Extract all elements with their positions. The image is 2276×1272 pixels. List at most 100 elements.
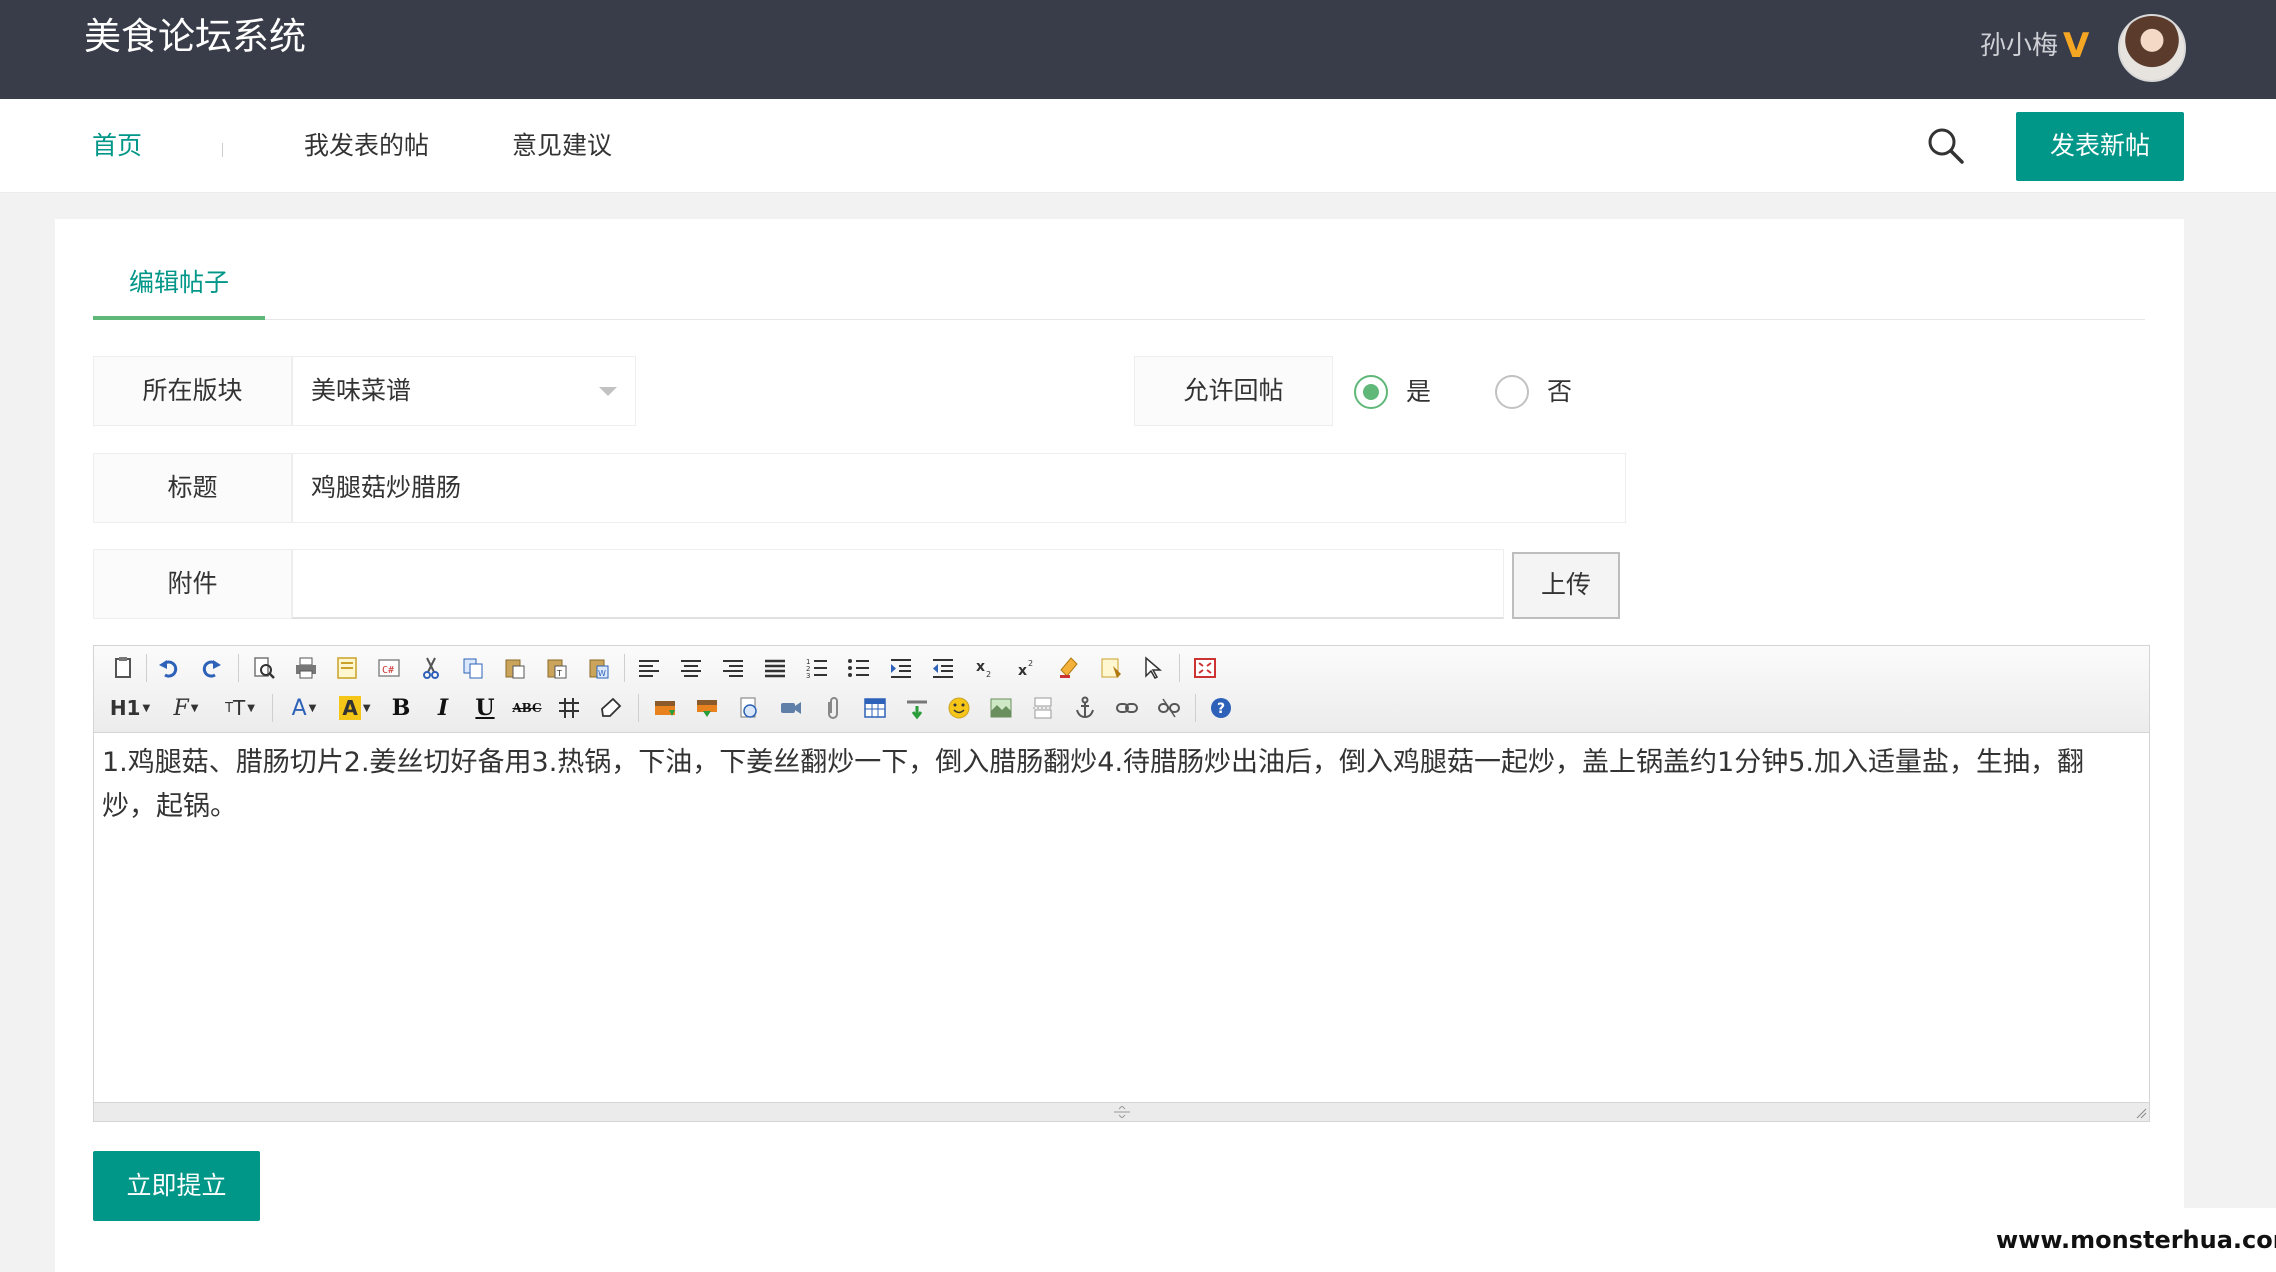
- tab-edit-post[interactable]: 编辑帖子: [93, 262, 265, 320]
- watermark: www.monsterhua.com: [1996, 1208, 2276, 1272]
- title-label: 标题: [93, 453, 292, 523]
- upload-button[interactable]: 上传: [1512, 552, 1620, 619]
- bold-icon[interactable]: B: [386, 693, 416, 723]
- cut-icon[interactable]: [416, 653, 446, 683]
- superscript-icon[interactable]: x2: [1012, 653, 1042, 683]
- undo-icon[interactable]: [154, 653, 184, 683]
- table-icon[interactable]: [860, 693, 890, 723]
- site-brand[interactable]: 美食论坛系统: [84, 12, 306, 62]
- outdent-icon[interactable]: [928, 653, 958, 683]
- section-select[interactable]: 美味菜谱: [292, 356, 636, 426]
- toolbar-divider: [146, 654, 147, 682]
- radio-no[interactable]: [1495, 375, 1529, 409]
- paste-icon[interactable]: [500, 653, 530, 683]
- link-icon[interactable]: [1112, 693, 1142, 723]
- font-size-icon[interactable]: T T ▼: [218, 693, 262, 723]
- template-icon[interactable]: [332, 653, 362, 683]
- pagebreak-icon[interactable]: [1028, 693, 1058, 723]
- print-icon[interactable]: [291, 653, 321, 683]
- multi-image-icon[interactable]: [692, 693, 722, 723]
- media-icon[interactable]: [776, 693, 806, 723]
- new-post-button[interactable]: 发表新帖: [2016, 112, 2184, 181]
- svg-text:2: 2: [986, 670, 991, 679]
- nav-item-my-posts[interactable]: 我发表的帖: [304, 129, 429, 163]
- cursor-icon[interactable]: [1138, 653, 1168, 683]
- clear-format-icon[interactable]: [1054, 653, 1084, 683]
- svg-text:C#: C#: [382, 665, 394, 676]
- map-icon[interactable]: [986, 693, 1016, 723]
- justify-icon[interactable]: [760, 653, 790, 683]
- vip-badge: V: [2063, 26, 2090, 66]
- copy-icon[interactable]: [458, 653, 488, 683]
- paste-text-icon[interactable]: T: [542, 653, 572, 683]
- hr-icon[interactable]: [902, 693, 932, 723]
- section-select-value: 美味菜谱: [311, 376, 412, 405]
- line-height-icon[interactable]: [554, 693, 584, 723]
- bg-color-icon[interactable]: A ▼: [334, 693, 376, 723]
- editor-resize-bar[interactable]: [94, 1102, 2149, 1121]
- resize-handle-icon: [2136, 1108, 2147, 1119]
- paste-word-icon[interactable]: W: [584, 653, 614, 683]
- nav-item-feedback[interactable]: 意见建议: [512, 129, 612, 163]
- select-all-icon[interactable]: [1096, 653, 1126, 683]
- user-name[interactable]: 孙小梅: [1980, 26, 2058, 66]
- rich-text-editor: C# T W 123 x 2 x 2 H1 ▼ F ▼ T T ▼ A ▼ A …: [93, 645, 2150, 1122]
- chevron-down-icon: [599, 387, 617, 396]
- strikethrough-icon[interactable]: ABC: [512, 693, 542, 723]
- nav-divider: [222, 143, 223, 157]
- underline-icon[interactable]: U: [470, 693, 500, 723]
- svg-text:W: W: [598, 669, 606, 678]
- tab-bar: [93, 246, 2145, 320]
- submit-button[interactable]: 立即提立: [93, 1151, 260, 1221]
- allow-reply-label: 允许回帖: [1134, 356, 1333, 426]
- remove-format-icon[interactable]: [596, 693, 626, 723]
- anchor-icon[interactable]: [1070, 693, 1100, 723]
- editor-toolbar: C# T W 123 x 2 x 2 H1 ▼ F ▼ T T ▼ A ▼ A …: [94, 646, 2149, 733]
- radio-yes-label[interactable]: 是: [1406, 375, 1431, 409]
- svg-text:2: 2: [1028, 659, 1033, 668]
- svg-text:?: ?: [1217, 701, 1225, 717]
- radio-no-label[interactable]: 否: [1547, 375, 1572, 409]
- code-icon[interactable]: C#: [374, 653, 404, 683]
- font-family-icon[interactable]: F ▼: [164, 693, 208, 723]
- toolbar-divider: [638, 694, 639, 722]
- section-label: 所在版块: [93, 356, 292, 426]
- search-icon[interactable]: [1926, 126, 1966, 166]
- fullscreen-icon[interactable]: [1190, 653, 1220, 683]
- indent-icon[interactable]: [886, 653, 916, 683]
- title-input[interactable]: 鸡腿菇炒腊肠: [292, 453, 1626, 523]
- font-color-icon[interactable]: A ▼: [284, 693, 324, 723]
- align-right-icon[interactable]: [718, 653, 748, 683]
- align-left-icon[interactable]: [634, 653, 664, 683]
- ordered-list-icon[interactable]: 123: [802, 653, 832, 683]
- radio-yes[interactable]: [1354, 375, 1388, 409]
- flash-icon[interactable]: [734, 693, 764, 723]
- emoticon-icon[interactable]: [944, 693, 974, 723]
- help-icon[interactable]: ?: [1206, 693, 1236, 723]
- unordered-list-icon[interactable]: [844, 653, 874, 683]
- editor-content[interactable]: 1.鸡腿菇、腊肠切片2.姜丝切好备用3.热锅，下油，下姜丝翻炒一下，倒入腊肠翻炒…: [102, 741, 2137, 829]
- svg-text:x: x: [1018, 663, 1027, 679]
- redo-icon[interactable]: [196, 653, 226, 683]
- toolbar-divider: [238, 654, 239, 682]
- svg-text:x: x: [976, 659, 985, 675]
- svg-text:3: 3: [806, 672, 810, 680]
- nav-item-home[interactable]: 首页: [92, 129, 142, 163]
- avatar[interactable]: [2118, 14, 2186, 82]
- source-icon[interactable]: [108, 653, 138, 683]
- attach-icon[interactable]: [818, 693, 848, 723]
- toolbar-divider: [272, 694, 273, 722]
- unlink-icon[interactable]: [1154, 693, 1184, 723]
- heading-icon[interactable]: H1 ▼: [106, 693, 154, 723]
- italic-icon[interactable]: I: [428, 693, 458, 723]
- top-header: 美食论坛系统 孙小梅 V: [0, 0, 2276, 99]
- attachment-input[interactable]: [292, 549, 1504, 619]
- align-center-icon[interactable]: [676, 653, 706, 683]
- toolbar-divider: [624, 654, 625, 682]
- toolbar-divider: [1179, 654, 1180, 682]
- image-icon[interactable]: [650, 693, 680, 723]
- preview-icon[interactable]: [249, 653, 279, 683]
- attachment-label: 附件: [93, 549, 292, 619]
- subscript-icon[interactable]: x2: [970, 653, 1000, 683]
- svg-text:T: T: [556, 669, 562, 678]
